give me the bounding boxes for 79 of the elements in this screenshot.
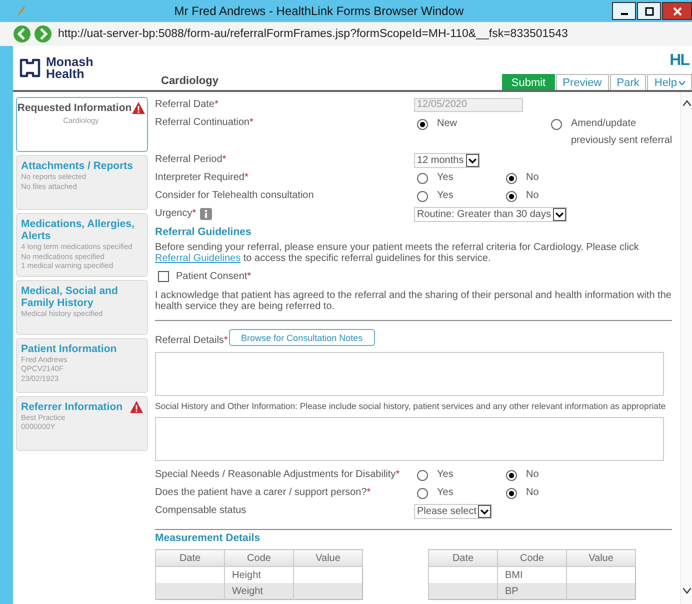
column-header: Date <box>156 550 224 566</box>
radio-option[interactable]: No <box>503 170 592 184</box>
section-title: Cardiology <box>161 75 218 87</box>
radio-option[interactable]: New <box>414 113 548 149</box>
radio-button[interactable] <box>417 119 428 130</box>
feather-icon <box>16 5 26 17</box>
action-link[interactable]: Park <box>610 74 646 90</box>
radio-button[interactable] <box>551 119 562 130</box>
help-menu[interactable]: Help <box>647 74 692 90</box>
checkbox-icon[interactable] <box>158 271 169 282</box>
column-header: Code <box>498 550 566 566</box>
column-header: Date <box>428 550 498 566</box>
scroll-up-icon[interactable] <box>682 100 690 106</box>
table-cell: Weight <box>224 583 294 600</box>
minimize-button[interactable] <box>612 2 636 20</box>
radio-button[interactable] <box>417 470 428 481</box>
radio-option[interactable]: Yes <box>414 188 503 202</box>
sidebar-item-title: Medications, Allergies, Alerts <box>21 218 136 242</box>
forward-button[interactable] <box>34 25 52 43</box>
close-button[interactable] <box>662 2 692 20</box>
field-label: Consider for Telehealth consultation <box>155 190 314 201</box>
radio-button[interactable] <box>506 191 517 202</box>
brand-logo: HL <box>670 52 689 70</box>
action-link[interactable]: Preview <box>556 74 609 90</box>
scrollbar[interactable] <box>680 92 692 604</box>
logo-icon <box>19 58 41 78</box>
section-heading: Measurement Details <box>155 532 262 544</box>
radio-option[interactable]: Amend/update previously sent referral <box>548 113 673 149</box>
section-heading: Referral Guidelines <box>155 226 252 238</box>
column-header: Value <box>566 550 636 566</box>
field-label: Referral Date* <box>155 99 218 110</box>
radio-option[interactable]: No <box>503 188 592 202</box>
radio-option[interactable]: Yes <box>414 485 503 499</box>
radio-option[interactable]: No <box>503 485 592 499</box>
field-label: Urgency* <box>155 208 196 219</box>
field-label: Compensable status <box>155 505 246 516</box>
field-label: Referral Period* <box>155 154 226 165</box>
dropdown[interactable]: Please select <box>414 504 492 519</box>
referral-details-field[interactable] <box>155 352 664 396</box>
table-cell: BP <box>498 583 566 600</box>
acknowledgement-text: I acknowledge that patient has agreed to the referral and the sharing of their personal and health information with the health service they are being referred to. <box>155 290 672 312</box>
radio-option[interactable]: Yes <box>414 170 503 184</box>
field-label: Social History and Other Information: Please include social history, patient services and any other relevant information as appropriate <box>155 401 666 411</box>
guidelines-text: Before sending your referral, please ensure your patient meets the referral criteria for Cardiology. Please click Referral Guidelines to access the specific referral guidelines for this service. <box>155 242 640 264</box>
social-history-field[interactable] <box>155 417 664 461</box>
sidebar-item-title: Requested Information <box>17 102 132 114</box>
browse-button[interactable]: Browse for Consultation Notes <box>228 329 375 346</box>
field-label: Special Needs / Reasonable Adjustments for Disability* <box>155 469 400 480</box>
radio-button[interactable] <box>506 173 517 184</box>
logo-text: Monash Health <box>46 56 94 80</box>
radio-button[interactable] <box>417 173 428 184</box>
maximize-button[interactable] <box>637 2 661 20</box>
radio-button[interactable] <box>417 191 428 202</box>
radio-option[interactable]: No <box>503 467 592 481</box>
back-button[interactable] <box>13 25 31 43</box>
field-label: Interpreter Required* <box>155 172 248 183</box>
radio-button[interactable] <box>506 470 517 481</box>
window-title: Mr Fred Andrews - HealthLink Forms Browser Window <box>173 4 465 18</box>
scroll-down-icon[interactable] <box>682 588 690 594</box>
minimize-icon <box>620 13 628 15</box>
field-label: Does the patient have a carer / support person?* <box>155 487 371 498</box>
radio-button[interactable] <box>417 488 428 499</box>
dropdown[interactable]: Routine: Greater than 30 days <box>414 207 567 222</box>
close-icon <box>672 6 682 16</box>
column-header: Value <box>294 550 362 566</box>
radio-option[interactable]: Yes <box>414 467 503 481</box>
consent-checkbox[interactable]: Patient Consent* <box>158 271 672 282</box>
sidebar-item-title: Patient Information <box>21 342 117 354</box>
field-label: Referral Continuation* <box>155 117 254 128</box>
sidebar-item-title: Medical, Social and Family History <box>21 284 119 308</box>
field-label: Referral Details* <box>155 335 228 346</box>
maximize-icon <box>644 6 654 16</box>
column-header: Code <box>224 550 294 566</box>
info-icon[interactable] <box>200 208 212 220</box>
sidebar-item-title: Attachments / Reports <box>21 160 134 172</box>
caret-icon <box>679 80 685 84</box>
sidebar-item-title: Referrer Information <box>21 400 123 412</box>
radio-button[interactable] <box>506 488 517 499</box>
dropdown[interactable]: 12 months <box>414 153 480 168</box>
